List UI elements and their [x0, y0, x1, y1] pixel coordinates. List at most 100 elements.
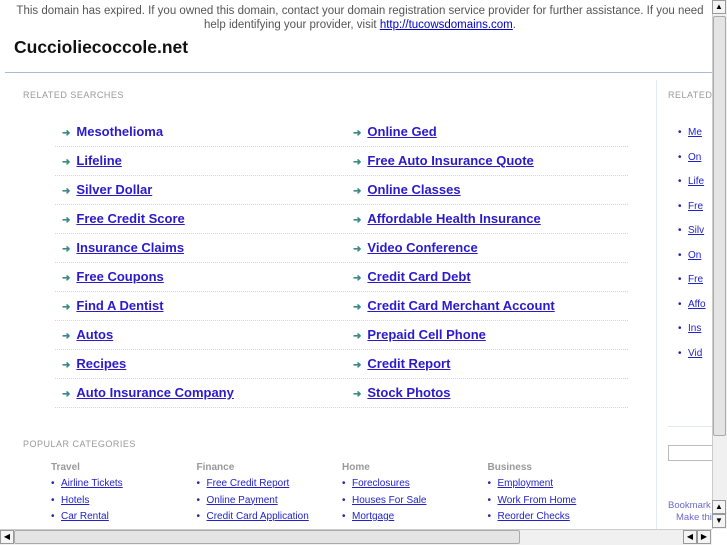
link-text: Credit Report [367, 356, 451, 371]
link-text: Insurance Claims [76, 240, 185, 255]
search-row: ➜ Find A Dentist ➜ Credit Card Merchant Acc… [55, 292, 628, 321]
link-text: Find A Dentist [76, 298, 164, 313]
vertical-scroll-thumb[interactable] [713, 16, 726, 436]
category-link[interactable]: Hotels [51, 495, 123, 512]
related-search-link[interactable]: ➜ Prepaid Cell Phone [353, 327, 486, 342]
arrow-icon: ➜ [353, 244, 362, 255]
link-text: Online Ged [367, 124, 437, 139]
related-search-link[interactable]: ➜ Credit Card Debt [353, 269, 471, 284]
category-heading: Finance [196, 462, 235, 473]
related-search-link[interactable]: ➜ Free Credit Score [62, 211, 185, 226]
side-link[interactable]: Affo [678, 299, 705, 310]
related-search-link[interactable]: ➜ Stock Photos [353, 385, 450, 400]
arrow-icon: ➜ [353, 215, 362, 226]
search-input[interactable] [668, 445, 718, 461]
arrow-icon: ➜ [62, 157, 71, 168]
related-search-link[interactable]: ➜ Auto Insurance Company [62, 385, 234, 400]
category-link[interactable]: Work From Home [488, 495, 577, 512]
scroll-left-icon[interactable]: ◀ [683, 530, 697, 544]
scroll-down-icon[interactable]: ▼ [712, 514, 726, 528]
related-search-link[interactable]: ➜ Insurance Claims [62, 240, 184, 255]
scroll-up-icon[interactable]: ▲ [712, 500, 726, 514]
search-row: ➜ Insurance Claims ➜ Video Conference [55, 234, 628, 263]
related-search-link[interactable]: ➜ Lifeline [62, 153, 122, 168]
search-row: ➜ Free Coupons ➜ Credit Card Debt [55, 263, 628, 292]
arrow-icon: ➜ [62, 331, 71, 342]
side-link[interactable]: Silv [678, 225, 704, 236]
category-heading: Home [342, 462, 370, 473]
side-link[interactable]: Ins [678, 323, 702, 334]
category-link[interactable]: Reorder Checks [488, 511, 577, 528]
related-search-link[interactable]: ➜ Silver Dollar [62, 182, 152, 197]
link-text: Lifeline [76, 153, 122, 168]
related-search-link[interactable]: ➜ Free Coupons [62, 269, 164, 284]
related-search-link[interactable]: ➜ Credit Card Merchant Account [353, 298, 555, 313]
search-row: ➜ Auto Insurance Company ➜ Stock Photos [55, 379, 628, 408]
search-row: ➜ Lifeline ➜ Free Auto Insurance Quote [55, 147, 628, 176]
scroll-left-icon[interactable]: ◀ [0, 530, 14, 544]
related-search-link[interactable]: ➜ Mesothelioma [62, 124, 163, 139]
search-row: ➜ Autos ➜ Prepaid Cell Phone [55, 321, 628, 350]
horizontal-scroll-thumb[interactable] [14, 530, 520, 544]
category-home: Home ForeclosuresHouses For SaleMortgage [342, 462, 427, 528]
link-text: Free Coupons [76, 269, 164, 284]
related-search-link[interactable]: ➜ Autos [62, 327, 113, 342]
arrow-icon: ➜ [62, 360, 71, 371]
side-link[interactable]: On [678, 152, 702, 163]
arrow-icon: ➜ [62, 389, 71, 400]
scroll-right-icon[interactable]: ▶ [697, 530, 711, 544]
side-link[interactable]: On [678, 250, 702, 261]
side-link[interactable]: Life [678, 176, 704, 187]
arrow-icon: ➜ [353, 360, 362, 371]
side-link[interactable]: Vid [678, 348, 702, 359]
link-text: Free Credit Score [76, 211, 185, 226]
category-link[interactable]: Houses For Sale [342, 495, 427, 512]
tucows-link[interactable]: http://tucowsdomains.com [380, 19, 513, 31]
link-text: Mesothelioma [76, 124, 164, 139]
side-heading: RELATED [668, 90, 713, 100]
related-search-link[interactable]: ➜ Find A Dentist [62, 298, 164, 313]
related-search-link[interactable]: ➜ Recipes [62, 356, 126, 371]
category-link[interactable]: Foreclosures [342, 478, 426, 495]
side-link[interactable]: Fre [678, 201, 703, 212]
search-row: ➜ Recipes ➜ Credit Report [55, 350, 628, 379]
link-text: Prepaid Cell Phone [367, 327, 486, 342]
arrow-icon: ➜ [353, 157, 362, 168]
side-link[interactable]: Me [678, 127, 702, 138]
side-link[interactable]: Fre [678, 274, 703, 285]
arrow-icon: ➜ [62, 244, 71, 255]
category-link[interactable]: Credit Card Application [196, 511, 308, 528]
category-heading: Travel [51, 462, 80, 473]
category-link[interactable]: Online Payment [196, 495, 309, 512]
category-heading: Business [487, 462, 532, 473]
arrow-icon: ➜ [62, 128, 71, 139]
related-search-link[interactable]: ➜ Video Conference [353, 240, 478, 255]
notice-text: This domain has expired. If you owned th… [16, 5, 704, 31]
related-search-link[interactable]: ➜ Affordable Health Insurance [353, 211, 541, 226]
related-search-link[interactable]: ➜ Online Ged [353, 124, 437, 139]
link-text: Affordable Health Insurance [367, 211, 541, 226]
arrow-icon: ➜ [353, 331, 362, 342]
related-searches-list: ➜ Mesothelioma ➜ Online Ged ➜ Lifeline ➜ Free A… [55, 118, 628, 408]
related-searches-heading: RELATED SEARCHES [23, 90, 124, 100]
related-search-link[interactable]: ➜ Free Auto Insurance Quote [353, 153, 534, 168]
popular-categories-heading: POPULAR CATEGORIES [23, 439, 136, 449]
arrow-icon: ➜ [62, 215, 71, 226]
related-search-link[interactable]: ➜ Online Classes [353, 182, 461, 197]
category-link[interactable]: Airline Tickets [51, 478, 123, 495]
link-text: Credit Card Merchant Account [367, 298, 555, 313]
category-link[interactable]: Free Credit Report [196, 478, 309, 495]
category-finance: Finance Free Credit ReportOnline PaymentC… [196, 462, 309, 528]
category-link[interactable]: Employment [488, 478, 577, 495]
arrow-icon: ➜ [353, 389, 362, 400]
make-homepage-link[interactable]: Make thi [676, 512, 712, 523]
category-link[interactable]: Mortgage [342, 511, 426, 528]
scroll-up-icon[interactable]: ▲ [712, 0, 726, 14]
related-search-link[interactable]: ➜ Credit Report [353, 356, 450, 371]
link-text: Stock Photos [367, 385, 451, 400]
link-text: Credit Card Debt [367, 269, 471, 284]
bookmark-link[interactable]: Bookmark [668, 500, 711, 511]
expired-notice: This domain has expired. If you owned th… [10, 4, 710, 32]
category-business: Business EmploymentWork From HomeReorder … [488, 462, 577, 528]
category-link[interactable]: Car Rental [51, 511, 123, 528]
